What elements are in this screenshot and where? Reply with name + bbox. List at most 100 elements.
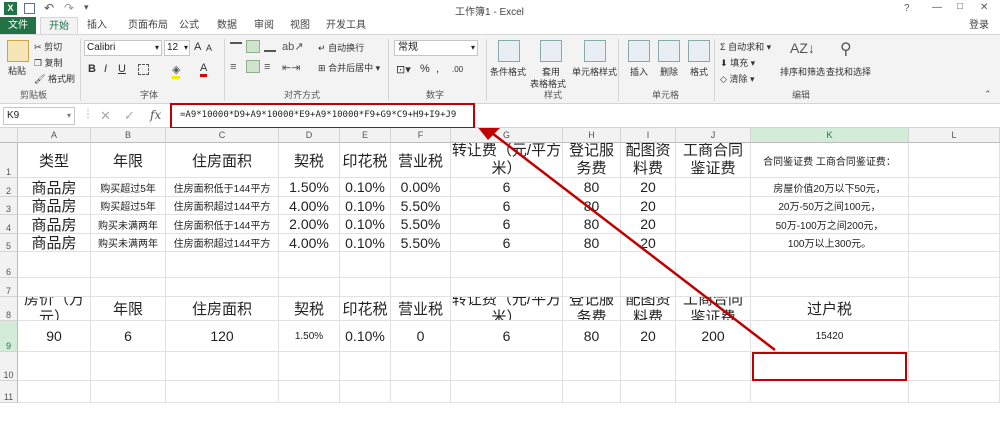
redo-icon[interactable]: ↷ [64, 1, 74, 15]
paste-icon[interactable] [7, 40, 29, 62]
tab-review[interactable]: 审阅 [247, 17, 281, 34]
formula-bar: K9 ▾ ⋮ ✕ ✓ fx =A9*10000*D9+A9*10000*E9+A9… [0, 103, 1000, 129]
insert-cells-button[interactable]: 插入 [630, 65, 648, 78]
worksheet-grid[interactable]: ABCDEFGHIJKL 1 2 3 4 5 6 7 8 9 10 11 类型 年限 住房面积 契税 印花税… [0, 128, 1000, 422]
number-format-select[interactable]: 常规 ▾ [394, 40, 478, 56]
table-format-icon[interactable] [540, 40, 562, 62]
minimize-icon[interactable]: — [932, 2, 942, 13]
font-size-select[interactable]: 12 ▾ [164, 40, 190, 56]
font-color-button[interactable]: A [200, 62, 208, 77]
enter-formula-button[interactable]: ✓ [124, 108, 135, 124]
paste-button[interactable]: 粘贴 [8, 64, 26, 77]
restore-icon[interactable]: □ [957, 1, 963, 12]
divider [714, 39, 715, 101]
alignment-group-label: 对齐方式 [284, 90, 321, 100]
help-icon[interactable]: ? [904, 3, 910, 14]
divider [486, 39, 487, 101]
quick-access-customize-icon[interactable]: ▾ [84, 2, 89, 13]
shrink-font-button[interactable]: A [206, 43, 212, 53]
align-right-icon[interactable]: ≡ [264, 61, 270, 73]
underline-button[interactable]: U [118, 63, 126, 75]
merge-icon: ⊞ [318, 63, 326, 73]
align-left-icon[interactable]: ≡ [230, 61, 236, 73]
tab-file[interactable]: 文件 [0, 17, 36, 34]
autosum-button[interactable]: Σ 自动求和 ▾ [720, 40, 771, 53]
ribbon-home: 粘贴 ✂ 剪切 ❐ 复制 🖌 格式刷 剪贴板 Calibri ▾ 12 ▾ A A … [0, 34, 1000, 104]
binoculars-icon[interactable]: ⚲ [840, 39, 852, 59]
chevron-down-icon: ▾ [183, 43, 188, 52]
clear-button[interactable]: ◇ 清除 ▾ [720, 72, 754, 85]
arrow-head [478, 128, 500, 140]
tab-developer[interactable]: 开发工具 [320, 17, 372, 34]
copy-button[interactable]: ❐ 复制 [34, 56, 63, 69]
more-icon: ⋮ [83, 109, 93, 120]
delete-cells-button[interactable]: 删除 [660, 65, 678, 78]
undo-icon[interactable]: ↶ [44, 1, 54, 15]
tab-insert[interactable]: 插入 [80, 17, 114, 34]
align-center-icon[interactable] [246, 60, 260, 73]
sign-in-link[interactable]: 登录 [962, 17, 996, 34]
sigma-icon: Σ [720, 42, 726, 52]
insert-cells-icon[interactable] [628, 40, 650, 62]
fill-down-icon: ⬇ [720, 58, 728, 68]
format-painter-button[interactable]: 🖌 格式刷 [34, 72, 75, 85]
italic-button[interactable]: I [104, 63, 107, 75]
scissors-icon: ✂ [34, 42, 42, 52]
conditional-format-button[interactable]: 条件格式 [490, 65, 526, 78]
tab-page-layout[interactable]: 页面布局 [118, 17, 178, 34]
name-box[interactable]: K9 ▾ [3, 107, 75, 125]
cut-button[interactable]: ✂ 剪切 [34, 40, 62, 53]
wrap-icon: ↵ [318, 43, 326, 53]
align-bottom-icon[interactable] [264, 42, 276, 52]
tab-view[interactable]: 视图 [283, 17, 317, 34]
clipboard-group-label: 剪贴板 [20, 90, 48, 100]
conditional-format-icon[interactable] [498, 40, 520, 62]
format-cells-button[interactable]: 格式 [690, 65, 708, 78]
chevron-down-icon: ▾ [470, 43, 475, 52]
window-title: 工作簿1 - Excel [455, 7, 524, 18]
chevron-down-icon: ▾ [154, 43, 159, 52]
delete-cells-icon[interactable] [658, 40, 680, 62]
cell-styles-icon[interactable] [584, 40, 606, 62]
format-cells-icon[interactable] [688, 40, 710, 62]
fill-button[interactable]: ⬇ 填充 ▾ [720, 56, 755, 69]
chevron-down-icon: ▾ [66, 111, 71, 120]
number-group-label: 数字 [426, 90, 445, 100]
wrap-text-button[interactable]: ↵ 自动换行 [318, 41, 364, 54]
increase-decimal-button[interactable]: .00 [452, 65, 463, 74]
tab-home[interactable]: 开始 [40, 17, 78, 34]
editing-group-label: 编辑 [792, 90, 811, 100]
tab-formulas[interactable]: 公式 [172, 17, 206, 34]
font-name-select[interactable]: Calibri ▾ [84, 40, 162, 56]
styles-group-label: 样式 [544, 90, 563, 100]
title-bar: X ↶ ↷ ▾ 工作簿1 - Excel ? — □ ✕ [0, 0, 1000, 18]
close-icon[interactable]: ✕ [980, 2, 988, 13]
insert-function-button[interactable]: fx [150, 108, 161, 122]
copy-icon: ❐ [34, 58, 43, 68]
border-icon[interactable] [138, 64, 149, 75]
save-icon[interactable] [24, 3, 35, 14]
bold-button[interactable]: B [88, 63, 96, 75]
eraser-icon: ◇ [720, 74, 727, 84]
grow-font-button[interactable]: A [194, 41, 201, 53]
cancel-formula-button[interactable]: ✕ [100, 108, 111, 124]
brush-icon: 🖌 [34, 74, 46, 84]
cell-styles-button[interactable]: 单元格样式 [572, 65, 617, 78]
divider [80, 39, 81, 101]
sort-filter-icon[interactable]: AZ↓ [790, 40, 815, 56]
collapse-ribbon-icon[interactable]: ⌃ [984, 89, 992, 100]
fill-color-icon[interactable]: ◈ [172, 63, 181, 79]
tab-data[interactable]: 数据 [210, 17, 244, 34]
sort-filter-button[interactable]: 排序和筛选 [780, 65, 825, 78]
find-select-button[interactable]: 查找和选择 [826, 65, 871, 78]
align-middle-icon[interactable] [246, 40, 260, 53]
orientation-icon[interactable]: ab↗ [282, 40, 303, 53]
currency-icon[interactable]: ⊡▾ [396, 63, 411, 76]
comma-button[interactable]: , [436, 63, 439, 75]
indent-icon[interactable]: ⇤⇥ [282, 61, 300, 74]
align-top-icon[interactable] [230, 42, 242, 52]
divider [618, 39, 619, 101]
merge-center-button[interactable]: ⊞ 合并后居中 ▾ [318, 61, 380, 74]
percent-button[interactable]: % [420, 63, 430, 75]
annotation-arrow [478, 128, 776, 351]
